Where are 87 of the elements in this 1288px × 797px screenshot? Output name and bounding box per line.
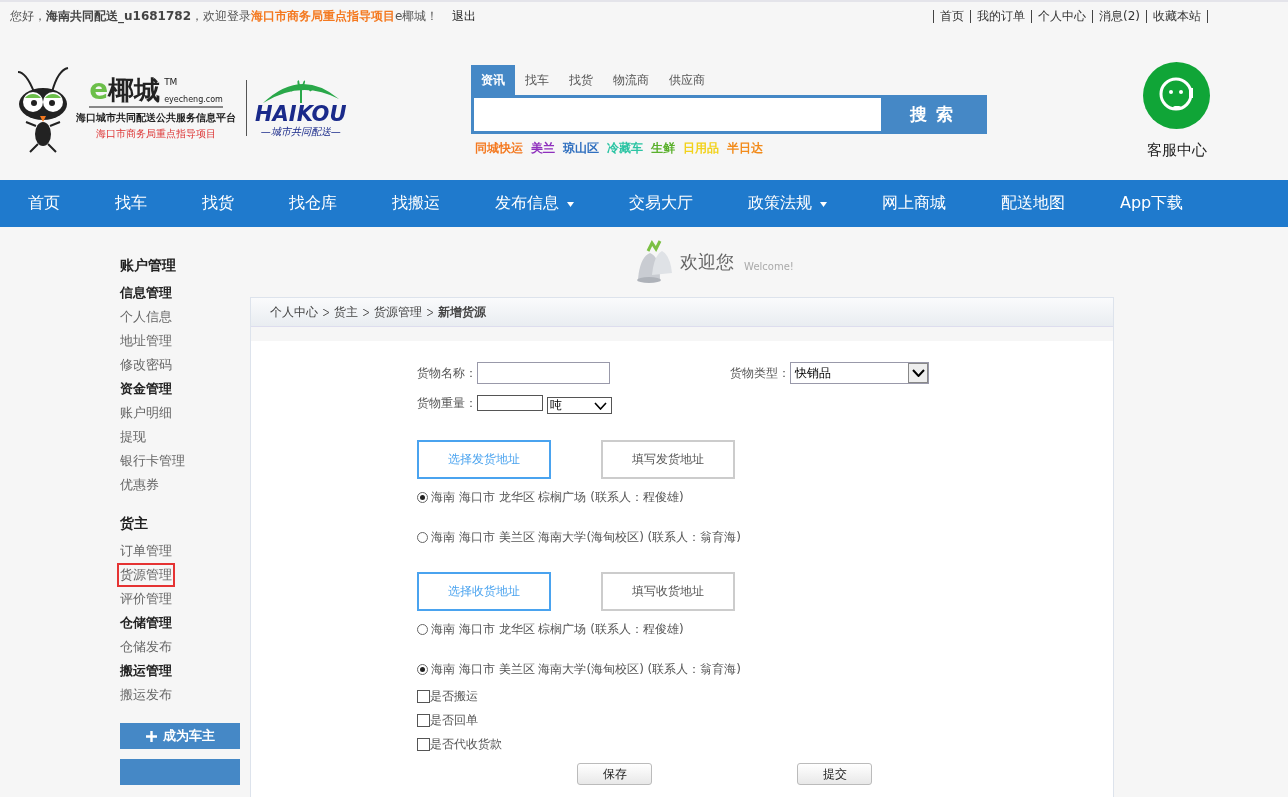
sidebar-heading: 资金管理 <box>120 380 173 398</box>
welcome-title: 欢迎您 <box>680 250 735 274</box>
search-tab[interactable]: 找货 <box>559 65 603 95</box>
address-option-button[interactable]: 填写发货地址 <box>601 440 735 479</box>
haikou-subtitle: —城市共同配送— <box>260 125 341 139</box>
sidebar-item[interactable]: 修改密码 <box>117 353 175 377</box>
nav-item[interactable]: 配送地图 <box>1001 193 1065 214</box>
nav-item[interactable]: 首页 <box>28 193 60 214</box>
search-field[interactable] <box>474 98 881 131</box>
sidebar-heading: 货主 <box>120 514 149 533</box>
nav-item[interactable]: 找仓库 <box>289 193 337 214</box>
search-tab[interactable]: 供应商 <box>659 65 715 95</box>
trademark-mark: TM <box>164 76 178 87</box>
logout-link[interactable]: 退出 <box>452 8 477 23</box>
sidebar-item[interactable]: 地址管理 <box>117 329 175 353</box>
sidebar-item[interactable]: 提现 <box>117 425 149 449</box>
logo-domain: eyecheng.com <box>164 94 223 104</box>
sidebar-heading: 信息管理 <box>120 284 173 302</box>
nav-item[interactable]: 找货 <box>202 193 234 214</box>
sidebar-item[interactable]: 优惠券 <box>117 473 162 497</box>
weight-field[interactable] <box>477 395 543 411</box>
search-tab[interactable]: 物流商 <box>603 65 659 95</box>
top-link[interactable]: 消息(2) <box>1092 9 1146 23</box>
headset-icon[interactable] <box>1143 62 1210 129</box>
address-label: 海南 海口市 美兰区 海南大学(海甸校区) (联系人：翁育海) <box>431 528 741 546</box>
hot-tag-link[interactable]: 琼山区 <box>563 140 599 157</box>
nav-item[interactable]: 交易大厅 <box>629 193 693 214</box>
nav-item[interactable]: 找车 <box>115 193 147 214</box>
nav-item[interactable]: App下载 <box>1120 193 1184 214</box>
search-tab[interactable]: 找车 <box>515 65 559 95</box>
sidebar-item[interactable]: 银行卡管理 <box>117 449 188 473</box>
logo-name: 椰城 <box>108 75 161 104</box>
sidebar-heading: 账户管理 <box>120 256 177 275</box>
field-label: 货物名称： <box>417 364 477 382</box>
sidebar-item[interactable]: 搬运发布 <box>117 683 175 707</box>
cargo-name-field[interactable] <box>477 362 610 384</box>
hot-tag-link[interactable]: 美兰 <box>531 140 555 157</box>
sidebar-item[interactable]: 评价管理 <box>117 587 175 611</box>
sidebar-item[interactable]: 货源管理 <box>117 563 175 587</box>
chevron-down-icon <box>594 401 607 410</box>
checkbox[interactable] <box>417 713 430 727</box>
sidebar-item[interactable]: 账户明细 <box>117 401 175 425</box>
welcome-text: 您好，海南共同配送_u1681782，欢迎登录海口市商务局重点指导项目e椰城！ <box>10 8 439 23</box>
become-driver-button[interactable]: 成为车主 <box>120 723 240 749</box>
nav-item[interactable]: 政策法规 <box>748 193 827 214</box>
address-label: 海南 海口市 龙华区 棕榈广场 (联系人：程俊雄) <box>431 488 684 506</box>
checkbox-label: 是否代收货款 <box>430 735 502 753</box>
form-button[interactable]: 保存 <box>577 763 652 785</box>
breadcrumb-link[interactable]: 货源管理 <box>374 303 422 321</box>
search-tab[interactable]: 资讯 <box>471 65 515 95</box>
address-option-button[interactable]: 填写收货地址 <box>601 572 735 611</box>
plus-icon <box>145 730 157 742</box>
nav-item[interactable]: 发布信息 <box>495 193 574 214</box>
sidebar-heading: 搬运管理 <box>120 662 173 680</box>
welcome-subtitle: Welcome! <box>744 260 794 272</box>
sidebar-heading: 仓储管理 <box>120 614 173 632</box>
nav-item[interactable]: 找搬运 <box>392 193 440 214</box>
chevron-down-icon <box>911 369 925 377</box>
top-link[interactable]: 我的订单 <box>970 9 1031 23</box>
checkbox[interactable] <box>417 737 430 751</box>
chevron-icon <box>323 308 329 316</box>
sidebar-item[interactable]: 订单管理 <box>117 539 175 563</box>
checkbox-label: 是否搬运 <box>430 687 478 705</box>
sidebar-item[interactable]: 仓储发布 <box>117 635 175 659</box>
address-label: 海南 海口市 龙华区 棕榈广场 (联系人：程俊雄) <box>431 620 684 638</box>
cargo-type-select[interactable]: 快销品 <box>790 362 929 384</box>
address-label: 海南 海口市 美兰区 海南大学(海甸校区) (联系人：翁育海) <box>431 660 741 678</box>
haikou-logo-text: HAIKOU <box>255 103 347 125</box>
chevron-icon <box>427 308 433 316</box>
top-link[interactable]: 首页 <box>933 9 970 23</box>
nav-item[interactable]: 网上商城 <box>882 193 946 214</box>
chevron-icon <box>363 308 369 316</box>
breadcrumb-link[interactable]: 新增货源 <box>438 303 486 321</box>
checkbox-label: 是否回单 <box>430 711 478 729</box>
sidebar-item[interactable]: 个人信息 <box>117 305 175 329</box>
checkbox[interactable] <box>417 689 430 703</box>
logo-slogan: 海口市商务局重点指导项目 <box>96 126 216 141</box>
form-button[interactable]: 提交 <box>797 763 872 785</box>
field-label: 货物重量： <box>417 395 477 412</box>
unit-select[interactable]: 吨 <box>547 397 612 414</box>
service-label[interactable]: 客服中心 <box>1146 141 1207 160</box>
breadcrumb-link[interactable]: 货主 <box>334 303 358 321</box>
top-link[interactable]: 收藏本站 <box>1146 9 1207 23</box>
platform-name: 海口城市共同配送公共服务信息平台 <box>76 110 236 125</box>
field-label: 货物类型： <box>730 364 790 382</box>
breadcrumb-link[interactable]: 个人中心 <box>270 303 318 321</box>
top-link[interactable]: 个人中心 <box>1031 9 1092 23</box>
